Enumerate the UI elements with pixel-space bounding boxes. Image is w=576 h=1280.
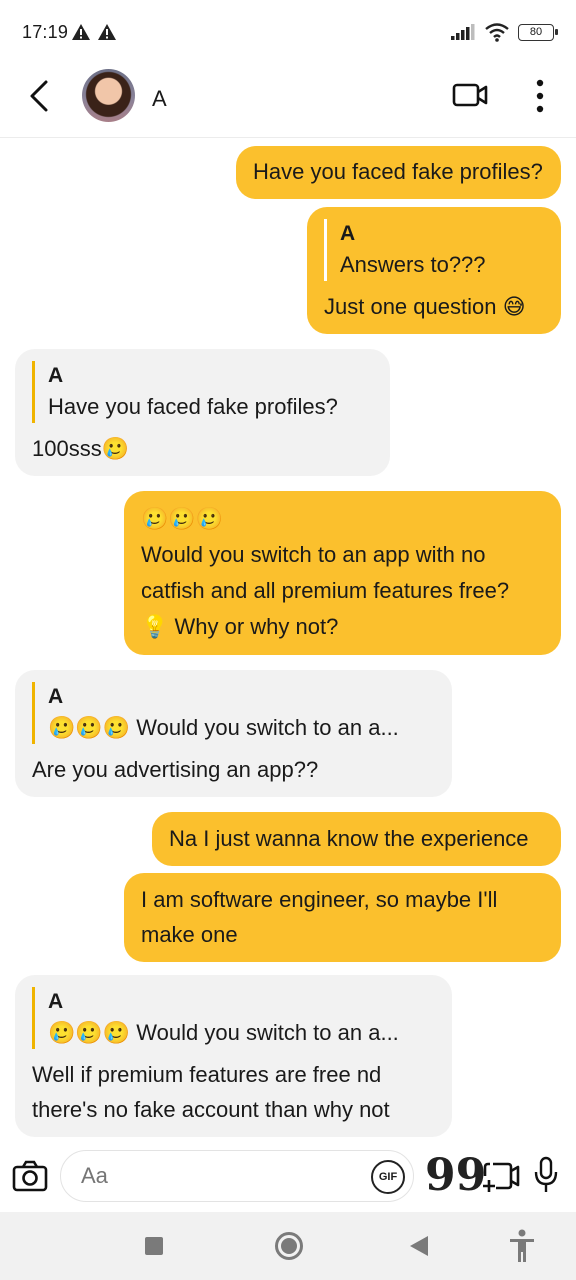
message-outgoing[interactable]: A Answers to??? Just one question 😅 xyxy=(307,207,561,334)
warning-icon xyxy=(98,24,116,40)
avatar[interactable] xyxy=(82,69,135,122)
reply-quote: A 🥲🥲🥲 Would you switch to an a... xyxy=(32,987,435,1049)
message-line: Would you switch to an app with no xyxy=(141,542,486,567)
message-text: Are you advertising an app?? xyxy=(32,757,319,782)
contact-name[interactable]: A xyxy=(152,86,167,112)
message-incoming[interactable]: A 🥲🥲🥲 Would you switch to an a... Well i… xyxy=(15,975,452,1137)
reply-quote-name: A xyxy=(48,685,64,708)
message-line: there's no fake account than why not xyxy=(32,1097,390,1122)
gif-icon[interactable]: GIF xyxy=(371,1160,405,1194)
message-outgoing[interactable]: I am software engineer, so maybe I'll ma… xyxy=(124,873,561,962)
message-line: I am software engineer, so maybe I'll xyxy=(141,887,498,912)
message-line: catfish and all premium features free? xyxy=(141,578,510,603)
signal-icon xyxy=(451,24,475,40)
recents-button[interactable] xyxy=(145,1237,163,1255)
message-incoming[interactable]: A Have you faced fake profiles? 100sss🥲 xyxy=(15,349,390,476)
warning-icon xyxy=(72,24,90,40)
message-input[interactable] xyxy=(60,1150,414,1202)
reply-quote-text: 🥲🥲🥲 Would you switch to an a... xyxy=(48,1020,399,1045)
reply-quote-name: A xyxy=(48,990,64,1013)
message-outgoing[interactable]: Na I just wanna know the experience xyxy=(152,812,561,866)
quote-icon[interactable]: 99 xyxy=(425,1152,486,1200)
message-text: 100sss🥲 xyxy=(32,436,130,461)
reply-quote-text: 🥲🥲🥲 Would you switch to an a... xyxy=(48,715,399,740)
reply-quote-text: Have you faced fake profiles? xyxy=(48,394,338,419)
gif-label: GIF xyxy=(378,1171,398,1183)
message-text: Na I just wanna know the experience xyxy=(169,826,529,851)
reply-quote-text: Answers to??? xyxy=(340,252,486,277)
chat-header: A xyxy=(0,64,576,138)
message-outgoing[interactable]: Have you faced fake profiles? xyxy=(236,146,561,199)
back-arrow-icon[interactable] xyxy=(24,78,58,114)
message-line: 💡 Why or why not? xyxy=(141,614,339,639)
back-button[interactable] xyxy=(410,1236,428,1256)
message-line: 🥲🥲🥲 xyxy=(141,506,224,531)
camera-icon[interactable] xyxy=(12,1158,48,1194)
system-nav-bar xyxy=(0,1212,576,1280)
message-line: Well if premium features are free nd xyxy=(32,1062,382,1087)
mic-icon[interactable] xyxy=(534,1156,558,1194)
message-line: make one xyxy=(141,922,238,947)
video-add-icon[interactable] xyxy=(482,1158,520,1194)
reply-quote-name: A xyxy=(340,222,356,245)
accessibility-icon[interactable] xyxy=(508,1228,536,1264)
battery-indicator: 80 xyxy=(518,23,558,41)
status-time: 17:19 xyxy=(22,22,69,42)
video-call-icon[interactable] xyxy=(452,81,488,109)
message-text: Just one question 😅 xyxy=(324,294,526,319)
reply-quote: A Have you faced fake profiles? xyxy=(32,361,373,423)
reply-quote: A Answers to??? xyxy=(324,219,544,281)
status-bar: 17:19 80 xyxy=(0,0,576,64)
home-button[interactable] xyxy=(275,1232,303,1260)
message-incoming[interactable]: A 🥲🥲🥲 Would you switch to an a... Are yo… xyxy=(15,670,452,797)
reply-quote-name: A xyxy=(48,364,64,387)
message-composer: GIF 99 xyxy=(0,1140,576,1212)
battery-level: 80 xyxy=(529,26,543,38)
message-outgoing[interactable]: 🥲🥲🥲 Would you switch to an app with no c… xyxy=(124,491,561,655)
reply-quote: A 🥲🥲🥲 Would you switch to an a... xyxy=(32,682,435,744)
message-text: Have you faced fake profiles? xyxy=(253,159,543,184)
more-vertical-icon[interactable] xyxy=(528,78,552,114)
wifi-icon xyxy=(485,23,509,42)
